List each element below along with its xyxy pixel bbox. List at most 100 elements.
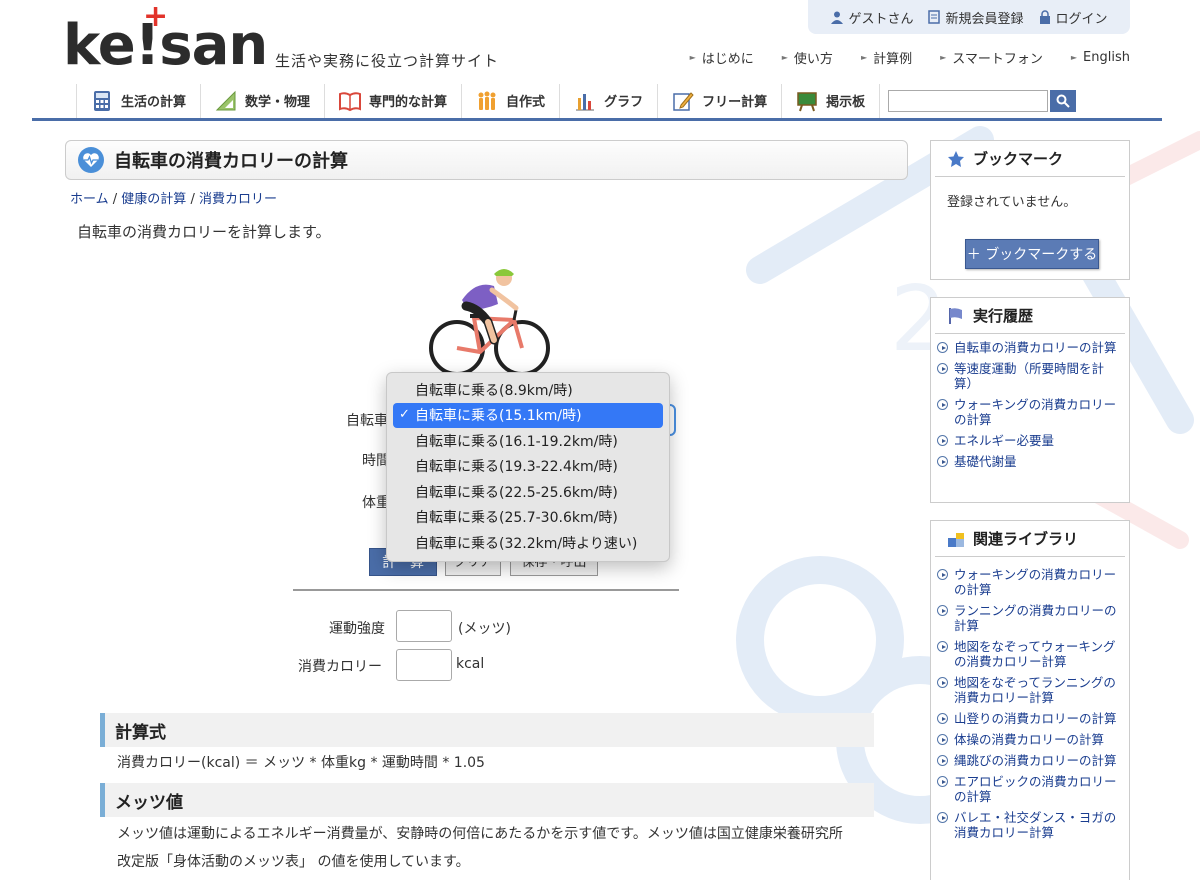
lock-icon <box>1039 10 1050 24</box>
arrow-bullet-icon <box>937 435 948 446</box>
bookmark-box: ブックマーク 登録されていません。 ＋ ブックマークする <box>930 140 1130 280</box>
top-link-intro[interactable]: ► はじめに <box>690 48 754 67</box>
pencil-note-icon <box>673 91 694 111</box>
triangle-icon: ► <box>781 53 788 62</box>
top-link-english[interactable]: ► English <box>1071 48 1130 67</box>
arrow-bullet-icon <box>937 569 948 580</box>
checkmark-icon: ✓ <box>399 406 410 422</box>
arrow-bullet-icon <box>937 342 948 353</box>
formula-text: 消費カロリー(kcal) ＝ メッツ * 体重kg * 運動時間 * 1.05 <box>117 755 485 771</box>
login-link[interactable]: ログイン <box>1038 8 1108 27</box>
site-logo[interactable]: ke!san + <box>63 2 268 74</box>
search-input[interactable] <box>888 89 1049 112</box>
intensity-output[interactable] <box>396 610 452 642</box>
library-item[interactable]: 地図をなぞってランニングの消費カロリー計算 <box>937 675 1121 705</box>
arrow-bullet-icon <box>937 399 948 410</box>
dropdown-option-selected[interactable]: ✓ 自転車に乗る(15.1km/時) <box>393 402 663 428</box>
register-icon <box>928 10 941 24</box>
nav-math[interactable]: 数学・物理 <box>201 83 326 118</box>
library-item[interactable]: 体操の消費カロリーの計算 <box>937 732 1121 747</box>
calorie-unit: kcal <box>456 656 485 672</box>
top-link-examples[interactable]: ► 計算例 <box>861 48 912 67</box>
intensity-unit: (メッツ) <box>458 621 511 637</box>
top-link-smartphone[interactable]: ► スマートフォン <box>940 48 1043 67</box>
book-icon <box>339 91 362 111</box>
triangle-icon: ► <box>1070 53 1078 62</box>
triangle-icon: ► <box>860 53 868 62</box>
heart-pulse-icon <box>78 147 104 173</box>
library-item[interactable]: 地図をなぞってウォーキングの消費カロリー計算 <box>937 639 1121 669</box>
mets-text: メッツ値は運動によるエネルギー消費量が、安静時の何倍にあたるかを示す値です。メッ… <box>117 826 857 870</box>
cyclist-illustration <box>429 269 550 376</box>
dropdown-option[interactable]: 自転車に乗る(22.5-25.6km/時) <box>387 479 669 505</box>
library-item[interactable]: バレエ・社交ダンス・ヨガの消費カロリー計算 <box>937 810 1121 840</box>
board-icon <box>797 91 817 111</box>
user-icon <box>831 11 844 24</box>
activity-label: 自転車 <box>346 413 388 429</box>
history-item[interactable]: ウォーキングの消費カロリーの計算 <box>937 397 1121 427</box>
dropdown-option[interactable]: 自転車に乗る(8.9km/時) <box>387 377 669 403</box>
library-box: 関連ライブラリ ウォーキングの消費カロリーの計算 ランニングの消費カロリーの計算… <box>930 520 1130 880</box>
library-item[interactable]: 縄跳びの消費カロリーの計算 <box>937 753 1121 768</box>
top-links: ► はじめに ► 使い方 ► 計算例 ► スマートフォン ► English <box>690 48 1130 67</box>
arrow-bullet-icon <box>937 776 948 787</box>
search-button[interactable] <box>1050 89 1077 112</box>
dropdown-option[interactable]: 自転車に乗る(32.2km/時より速い) <box>387 530 669 556</box>
people-icon <box>478 91 496 110</box>
page-title-box: 自転車の消費カロリーの計算 <box>65 140 908 180</box>
nav-search <box>888 89 1077 112</box>
arrow-bullet-icon <box>937 677 948 688</box>
triangle-ruler-icon <box>215 90 236 110</box>
library-item[interactable]: エアロビックの消費カロリーの計算 <box>937 774 1121 804</box>
search-icon <box>1056 94 1070 108</box>
triangle-icon: ► <box>940 53 947 62</box>
nav-professional[interactable]: 専門的な計算 <box>325 83 463 118</box>
logo-plus-icon: + <box>143 0 169 34</box>
nav-custom[interactable]: 自作式 <box>462 83 561 118</box>
library-item[interactable]: ランニングの消費カロリーの計算 <box>937 603 1121 633</box>
nav-board[interactable]: 掲示板 <box>782 83 881 118</box>
activity-dropdown-menu[interactable]: 自転車に乗る(8.9km/時) ✓ 自転車に乗る(15.1km/時) 自転車に乗る… <box>386 372 670 562</box>
guest-label: ゲストさん <box>848 11 914 27</box>
breadcrumb-calorie[interactable]: 消費カロリー <box>199 192 277 207</box>
flag-icon <box>949 307 962 324</box>
top-link-usage[interactable]: ► 使い方 <box>782 48 833 67</box>
history-item[interactable]: エネルギー必要量 <box>937 433 1121 448</box>
history-box: 実行履歴 自転車の消費カロリーの計算 等速度運動（所要時間を計算） ウォーキング… <box>930 297 1130 503</box>
nav-graph[interactable]: グラフ <box>560 83 659 118</box>
history-header: 実行履歴 <box>935 298 1125 334</box>
library-blocks-icon <box>948 532 964 547</box>
login-label: ログイン <box>1055 11 1108 27</box>
library-item[interactable]: 山登りの消費カロリーの計算 <box>937 711 1121 726</box>
site-tagline: 生活や実務に役立つ計算サイト <box>275 52 500 70</box>
nav-life[interactable]: 生活の計算 <box>76 83 202 118</box>
form-divider <box>293 589 679 591</box>
history-item[interactable]: 自転車の消費カロリーの計算 <box>937 340 1121 355</box>
arrow-bullet-icon <box>937 734 948 745</box>
triangle-icon: ► <box>689 53 696 62</box>
arrow-bullet-icon <box>937 755 948 766</box>
calorie-output[interactable] <box>396 649 452 681</box>
register-label: 新規会員登録 <box>945 11 1024 27</box>
guest-user[interactable]: ゲストさん <box>830 8 913 27</box>
dropdown-option[interactable]: 自転車に乗る(19.3-22.4km/時) <box>387 454 669 480</box>
dropdown-option[interactable]: 自転車に乗る(16.1-19.2km/時) <box>387 428 669 454</box>
history-item[interactable]: 基礎代謝量 <box>937 454 1121 469</box>
arrow-bullet-icon <box>937 456 948 467</box>
arrow-bullet-icon <box>937 641 948 652</box>
add-bookmark-button[interactable]: ＋ ブックマークする <box>965 239 1099 269</box>
bookmark-header: ブックマーク <box>935 141 1125 177</box>
main-nav: 生活の計算 数学・物理 専門的な計算 自作式 グラフ フリー計算 掲示板 <box>32 83 1162 121</box>
history-list: 自転車の消費カロリーの計算 等速度運動（所要時間を計算） ウォーキングの消費カロ… <box>931 334 1129 481</box>
register-link[interactable]: 新規会員登録 <box>927 8 1024 27</box>
bar-graph-icon <box>576 93 595 110</box>
library-item[interactable]: ウォーキングの消費カロリーの計算 <box>937 567 1121 597</box>
breadcrumb-health[interactable]: 健康の計算 <box>121 192 186 207</box>
history-item[interactable]: 等速度運動（所要時間を計算） <box>937 361 1121 391</box>
dropdown-option[interactable]: 自転車に乗る(25.7-30.6km/時) <box>387 505 669 531</box>
mets-heading: メッツ値 <box>100 783 874 817</box>
formula-heading: 計算式 <box>100 713 874 747</box>
nav-free-calc[interactable]: フリー計算 <box>658 83 783 118</box>
breadcrumb-home[interactable]: ホーム <box>70 192 109 207</box>
library-list: ウォーキングの消費カロリーの計算 ランニングの消費カロリーの計算 地図をなぞって… <box>931 557 1129 852</box>
